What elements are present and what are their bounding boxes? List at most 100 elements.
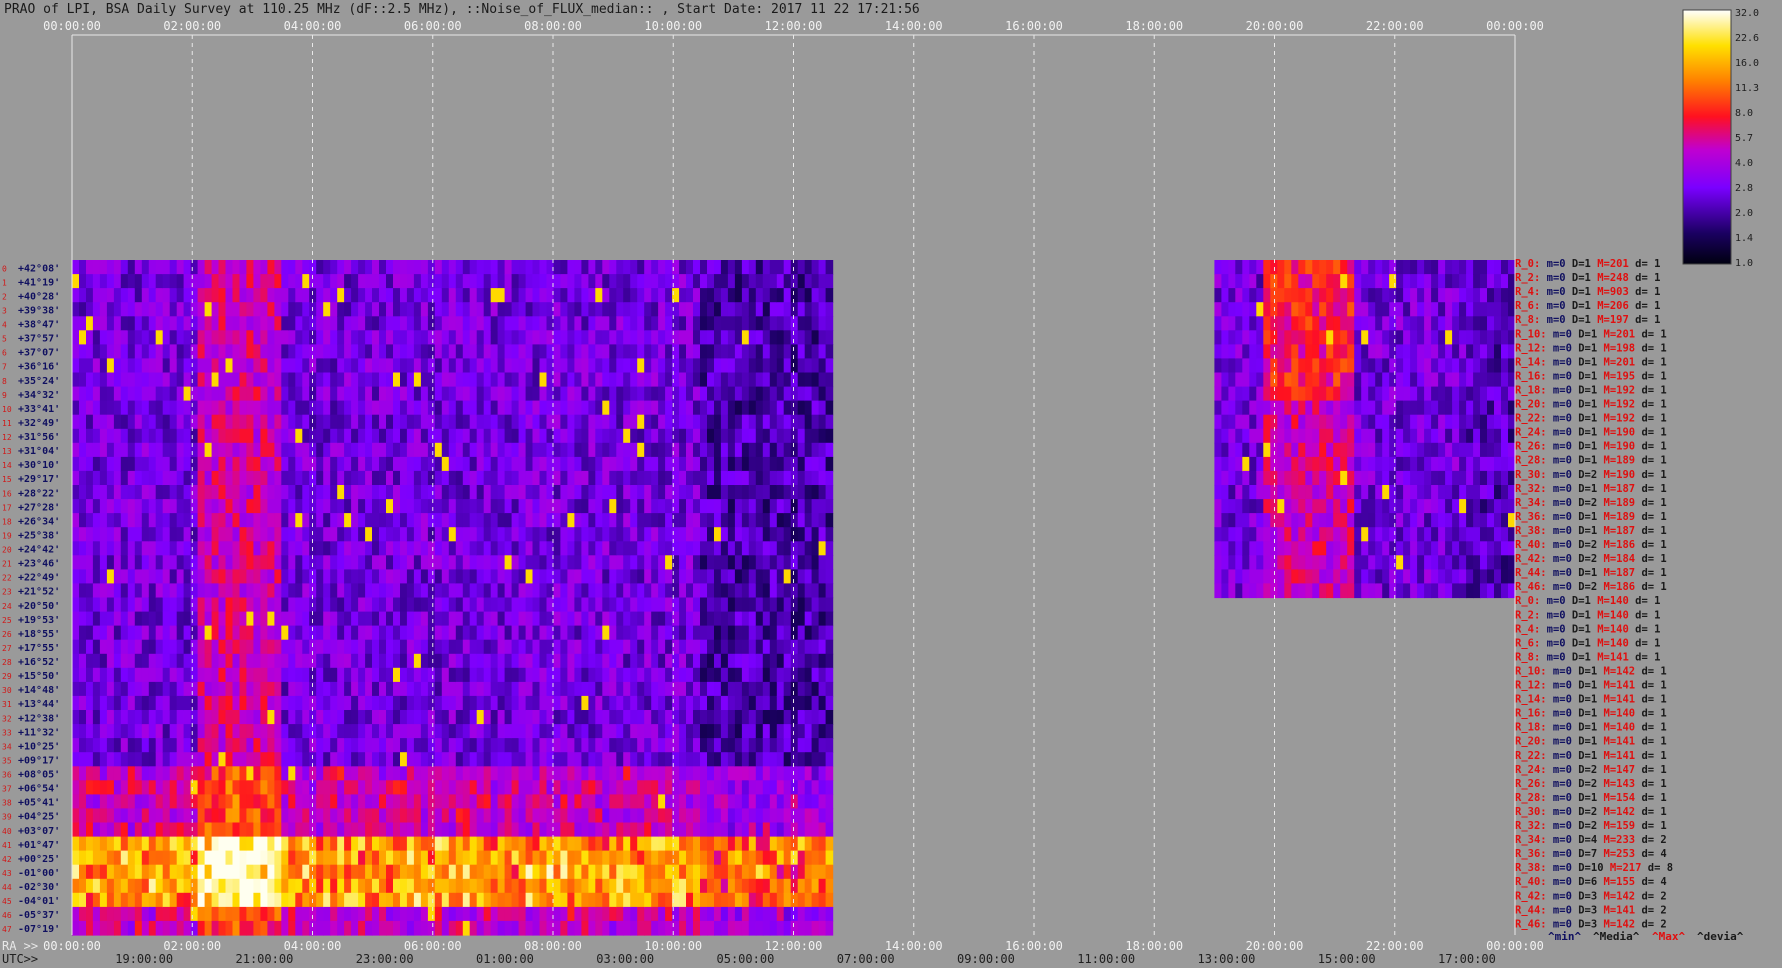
heat-cell [372, 681, 380, 697]
heat-cell [700, 555, 708, 570]
heat-cell [176, 738, 185, 753]
heat-cell [162, 695, 171, 711]
heat-cell [365, 906, 373, 922]
heat-cell [665, 372, 673, 388]
heat-cell [267, 442, 275, 458]
heat-cell [127, 583, 136, 599]
heat-cell [183, 316, 192, 331]
heat-cell [253, 470, 261, 486]
heat-cell [155, 527, 164, 542]
heat-cell [190, 527, 199, 542]
heat-cell [748, 513, 757, 528]
heat-cell [734, 794, 743, 810]
heat-cell [581, 260, 589, 275]
heat-cell [693, 316, 701, 331]
heat-cell [413, 330, 422, 345]
heat-cell [434, 794, 443, 810]
heat-cell [169, 611, 178, 627]
heat-cell [113, 541, 122, 556]
heat-cell [539, 485, 548, 500]
heat-cell [225, 625, 234, 641]
heat-cell [616, 358, 624, 374]
heat-cell [197, 766, 206, 781]
heat-cell [511, 667, 520, 683]
heat-cell [469, 780, 478, 795]
heat-cell [755, 499, 764, 514]
heat-cell [658, 386, 666, 402]
heat-cell [351, 541, 359, 556]
heat-cell [72, 372, 80, 388]
heat-cell [239, 695, 248, 711]
heat-cell [372, 569, 380, 585]
heat-cell [476, 738, 485, 753]
heat-cell [497, 513, 506, 528]
heat-cell [204, 344, 213, 360]
heat-cell [790, 794, 799, 810]
heat-cell [379, 878, 387, 894]
heat-cell [225, 906, 234, 922]
heat-cell [434, 400, 443, 416]
heat-cell [246, 513, 254, 528]
heat-cell [246, 892, 254, 908]
heat-cell [406, 597, 415, 613]
heat-cell [490, 288, 499, 303]
heat-cell [330, 330, 338, 345]
heat-cell [595, 710, 603, 725]
heat-cell [755, 330, 764, 345]
heat-cell [379, 583, 387, 599]
heat-cell [386, 344, 394, 360]
heat-cell [637, 724, 645, 739]
heat-cell [232, 822, 241, 838]
heat-cell [504, 906, 513, 922]
heat-cell [476, 470, 485, 486]
heat-cell [253, 428, 261, 444]
heat-cell [783, 288, 792, 303]
heat-cell [372, 611, 380, 627]
heat-cell [539, 400, 548, 416]
heat-cell [700, 766, 708, 781]
heat-cell [72, 920, 80, 936]
heat-cell [386, 836, 394, 852]
heat-cell [700, 738, 708, 753]
heat-cell [176, 555, 185, 570]
heat-cell [288, 485, 296, 500]
heat-cell [155, 892, 164, 908]
heat-cell [316, 752, 324, 767]
heat-cell [483, 752, 492, 767]
heat-cell [155, 442, 164, 458]
heat-cell [539, 794, 548, 810]
heat-cell [169, 920, 178, 936]
heat-cell [539, 583, 548, 599]
heat-cell [693, 878, 701, 894]
heat-cell [525, 428, 534, 444]
heat-cell [141, 906, 150, 922]
heat-cell [183, 822, 192, 838]
heat-cell [588, 766, 596, 781]
heat-cell [113, 681, 122, 697]
heat-cell [169, 288, 178, 303]
heat-cell [553, 724, 562, 739]
heat-cell [239, 527, 248, 542]
heat-cell [783, 456, 792, 472]
heat-cell [581, 288, 589, 303]
heat-cell [693, 470, 701, 486]
heat-cell [741, 681, 750, 697]
heat-cell [406, 653, 415, 669]
heat-cell [734, 358, 743, 374]
heat-cell [372, 513, 380, 528]
heat-cell [79, 766, 87, 781]
heat-cell [79, 442, 87, 458]
heat-cell [239, 794, 248, 810]
heat-cell [267, 794, 275, 810]
heat-cell [532, 836, 541, 852]
heat-cell [700, 569, 708, 585]
heat-cell [637, 414, 645, 430]
heat-cell [783, 611, 792, 627]
heat-cell [637, 555, 645, 570]
heat-cell [567, 414, 575, 430]
heat-cell [281, 794, 289, 810]
heat-cell [714, 344, 722, 360]
heat-cell [693, 597, 701, 613]
heat-cell [246, 583, 254, 599]
heat-cell [197, 372, 206, 388]
